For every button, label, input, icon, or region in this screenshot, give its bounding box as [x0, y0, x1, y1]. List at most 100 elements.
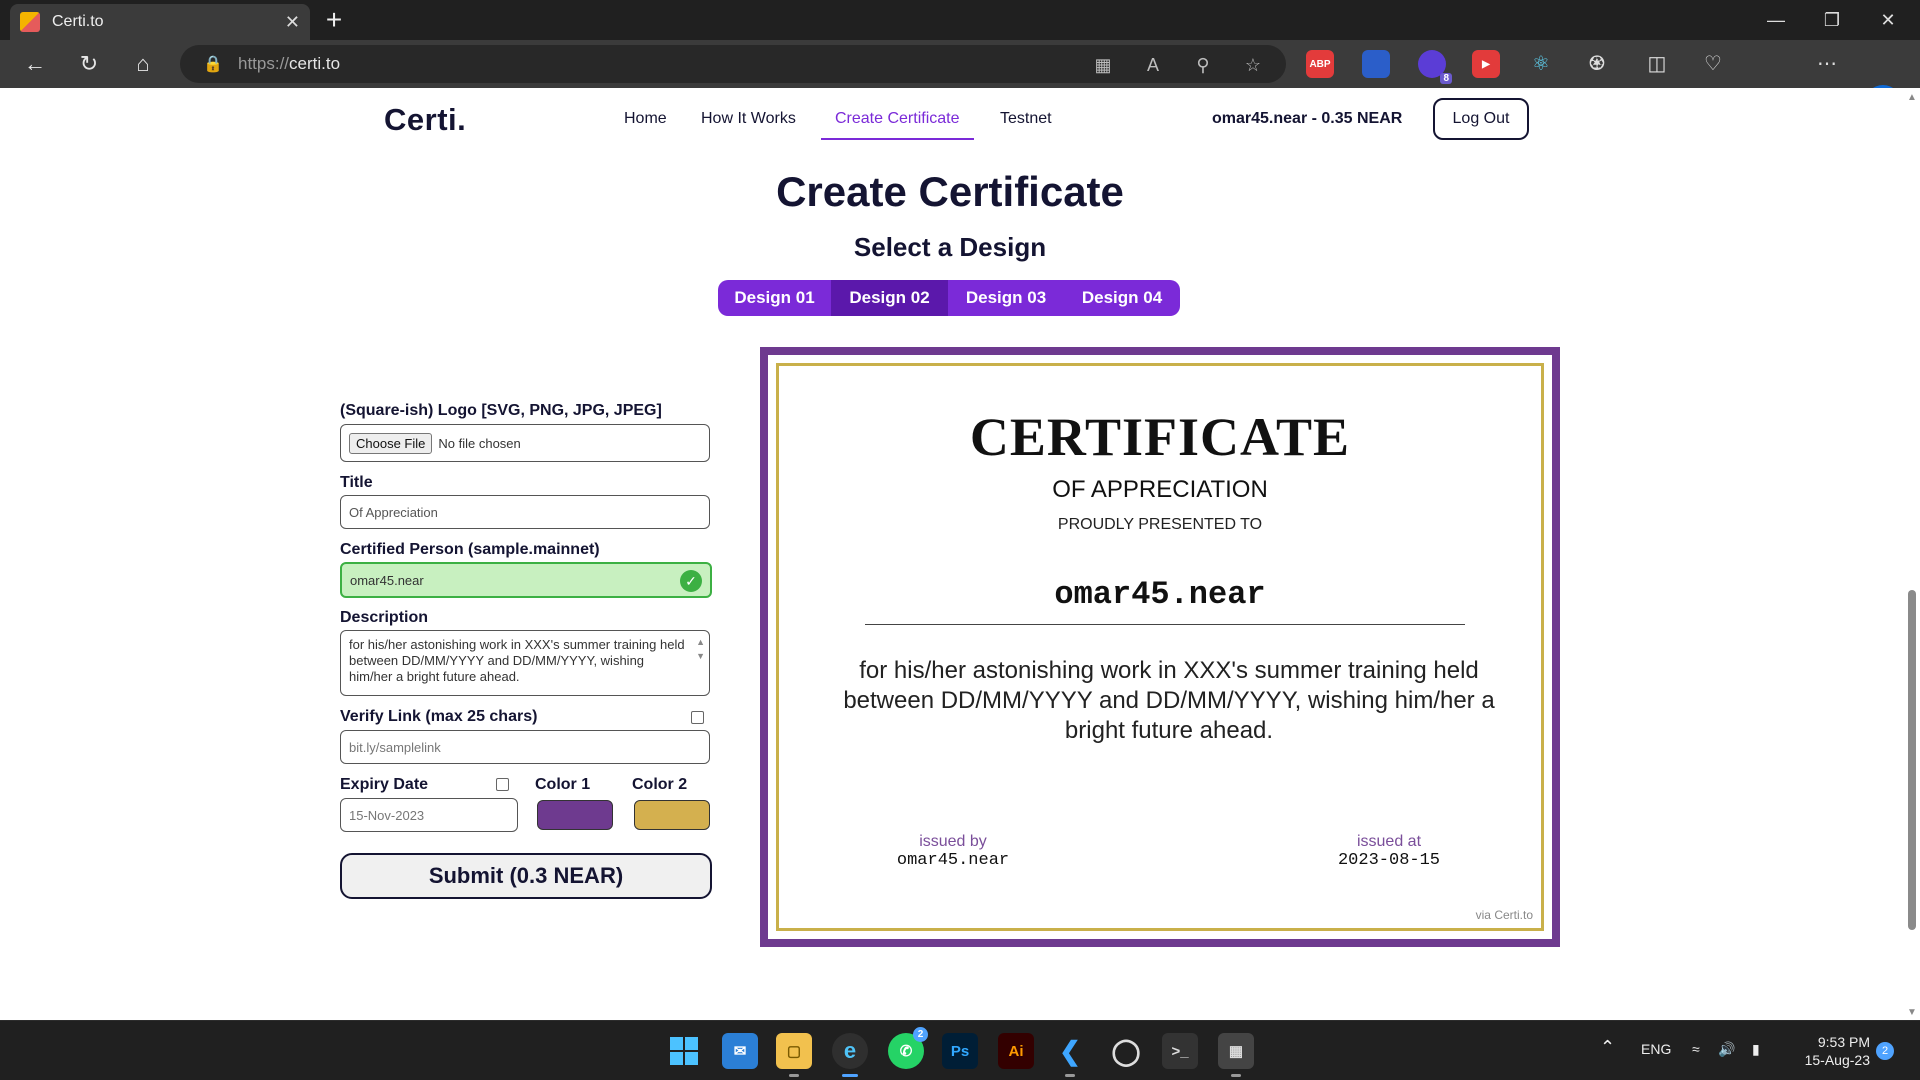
- nav-testnet[interactable]: Testnet: [1000, 110, 1052, 128]
- split-screen-icon[interactable]: ◫: [1642, 50, 1672, 78]
- obs-icon[interactable]: ◯: [1108, 1033, 1144, 1069]
- windows-taskbar: ✉ ▢ e ✆ 2 Ps Ai ❮ ◯ >_ ▦ ⌃ ENG ≈ 🔊 ▮ 9:5…: [0, 1020, 1920, 1080]
- color1-picker[interactable]: [537, 800, 613, 830]
- certificate-watermark: via Certi.to: [1475, 908, 1533, 922]
- logout-button[interactable]: Log Out: [1433, 98, 1529, 140]
- certificate-subheading: OF APPRECIATION: [1052, 476, 1268, 503]
- calculator-icon[interactable]: ▦: [1218, 1033, 1254, 1077]
- certified-person-input[interactable]: omar45.near ✓: [340, 562, 712, 598]
- page-title: Create Certificate: [776, 168, 1124, 215]
- scroll-down-icon[interactable]: ▼: [1907, 1007, 1917, 1018]
- color2-label: Color 2: [632, 776, 688, 793]
- nav-how-it-works[interactable]: How It Works: [701, 110, 796, 128]
- home-icon[interactable]: ⌂: [126, 48, 160, 80]
- browser-essentials-icon[interactable]: ♡: [1698, 50, 1728, 78]
- file-explorer-icon[interactable]: ▢: [776, 1033, 812, 1077]
- textarea-scroll-arrows-icon[interactable]: ▲ ▼: [696, 635, 705, 663]
- mail-icon[interactable]: ✉: [722, 1033, 758, 1069]
- certificate-recipient: omar45.near: [1054, 576, 1266, 613]
- page-viewport: Certi. Home How It Works Create Certific…: [0, 88, 1904, 1020]
- choose-file-button[interactable]: Choose File: [349, 432, 433, 454]
- certificate-presented-to: PROUDLY PRESENTED TO: [1057, 516, 1263, 533]
- design-03-tab[interactable]: Design 03: [948, 280, 1064, 316]
- tab-title: Certi.to: [52, 13, 104, 30]
- verify-link-label: Verify Link (max 25 chars): [340, 708, 538, 725]
- extensions-puzzle-icon[interactable]: ♼: [1582, 50, 1612, 78]
- more-menu-icon[interactable]: ⋯: [1812, 50, 1842, 78]
- site-logo[interactable]: Certi.: [384, 102, 466, 138]
- verify-link-checkbox[interactable]: [691, 711, 704, 724]
- site-favicon-icon: [20, 12, 40, 32]
- app-available-icon[interactable]: ▦: [1090, 53, 1116, 77]
- certificate-description: for his/her astonishing work in XXX's su…: [843, 657, 1495, 744]
- whatsapp-badge: 2: [913, 1027, 928, 1042]
- extension-purple-icon[interactable]: 8: [1418, 50, 1452, 84]
- person-label: Certified Person (sample.mainnet): [340, 541, 600, 558]
- browser-tab[interactable]: Certi.to ✕: [10, 4, 310, 40]
- logo-label: (Square-ish) Logo [SVG, PNG, JPG, JPEG]: [340, 402, 662, 419]
- battery-icon[interactable]: ▮: [1752, 1041, 1760, 1058]
- expiry-date-label: Expiry Date: [340, 776, 429, 793]
- illustrator-icon[interactable]: Ai: [998, 1033, 1034, 1069]
- expiry-date-input[interactable]: 15-Nov-2023: [340, 798, 518, 832]
- description-textarea[interactable]: for his/her astonishing work in XXX's su…: [340, 630, 710, 696]
- restore-button[interactable]: ❐: [1804, 0, 1860, 40]
- start-windows-icon[interactable]: [666, 1033, 702, 1069]
- extension-youtube-icon[interactable]: ▶: [1472, 50, 1500, 78]
- favorite-star-icon[interactable]: ☆: [1240, 53, 1266, 77]
- tab-close-icon[interactable]: ✕: [285, 12, 300, 33]
- notification-badge[interactable]: 2: [1876, 1042, 1894, 1060]
- adblock-plus-icon[interactable]: ABP: [1306, 50, 1334, 78]
- url-text: https://certi.to: [238, 54, 341, 73]
- color2-picker[interactable]: [634, 800, 710, 830]
- no-file-text: No file chosen: [438, 435, 521, 451]
- terminal-icon[interactable]: >_: [1162, 1033, 1198, 1069]
- back-icon[interactable]: ←: [18, 48, 52, 80]
- lock-icon: 🔒: [203, 56, 223, 73]
- volume-icon[interactable]: 🔊: [1718, 1041, 1735, 1058]
- issued-at-label: issued at: [1356, 833, 1422, 850]
- check-valid-icon: ✓: [680, 570, 702, 592]
- design-heading: Select a Design: [853, 232, 1047, 262]
- edge-browser-icon[interactable]: e: [832, 1033, 868, 1077]
- photoshop-icon[interactable]: Ps: [942, 1033, 978, 1069]
- page-scrollbar[interactable]: ▲ ▼: [1904, 88, 1920, 1020]
- certified-person-value: omar45.near: [350, 572, 424, 588]
- address-bar[interactable]: 🔒 https://certi.to ▦ A ⚲ ☆: [180, 45, 1286, 83]
- wifi-icon[interactable]: ≈: [1692, 1041, 1700, 1057]
- minimize-button[interactable]: —: [1748, 0, 1804, 40]
- design-04-tab[interactable]: Design 04: [1064, 280, 1180, 316]
- scroll-up-icon[interactable]: ▲: [1907, 92, 1917, 103]
- close-window-button[interactable]: ✕: [1860, 0, 1916, 40]
- issued-by-value: omar45.near: [896, 851, 1010, 870]
- whatsapp-icon[interactable]: ✆ 2: [888, 1027, 928, 1069]
- browser-toolbar: ← ↻ ⌂ 🔒 https://certi.to ▦ A ⚲ ☆ ABP 8 ▶…: [0, 40, 1920, 123]
- tray-chevron-icon[interactable]: ⌃: [1600, 1037, 1615, 1058]
- new-tab-button[interactable]: +: [318, 4, 350, 36]
- certificate-inner-border: CERTIFICATE OF APPRECIATION PROUDLY PRES…: [776, 363, 1544, 931]
- description-value: for his/her astonishing work in XXX's su…: [349, 637, 685, 684]
- title-input[interactable]: Of Appreciation: [340, 495, 710, 529]
- clock-date: 15-Aug-23: [1804, 1052, 1870, 1068]
- react-devtools-icon[interactable]: ⚛: [1526, 50, 1556, 78]
- scroll-thumb[interactable]: [1908, 590, 1916, 930]
- refresh-icon[interactable]: ↻: [72, 48, 106, 80]
- vscode-icon[interactable]: ❮: [1052, 1033, 1088, 1077]
- verify-link-placeholder: bit.ly/samplelink: [349, 739, 441, 755]
- extension-badge: 8: [1440, 73, 1452, 84]
- extension-blue-icon[interactable]: [1362, 50, 1390, 78]
- clock-time: 9:53 PM: [1817, 1034, 1870, 1050]
- design-01-tab[interactable]: Design 01: [718, 280, 831, 316]
- language-indicator[interactable]: ENG: [1641, 1041, 1671, 1057]
- verify-link-input[interactable]: bit.ly/samplelink: [340, 730, 710, 764]
- logo-file-input[interactable]: Choose File No file chosen: [340, 424, 710, 462]
- expiry-date-checkbox[interactable]: [496, 778, 509, 791]
- submit-button[interactable]: Submit (0.3 NEAR): [340, 853, 712, 899]
- design-02-tab[interactable]: Design 02: [831, 280, 948, 316]
- nav-home[interactable]: Home: [624, 110, 667, 128]
- zoom-out-icon[interactable]: ⚲: [1190, 53, 1216, 77]
- system-clock[interactable]: 9:53 PM 15-Aug-23: [1786, 1033, 1870, 1069]
- read-aloud-icon[interactable]: A: [1140, 53, 1166, 77]
- nav-create-certificate[interactable]: Create Certificate: [821, 110, 974, 140]
- design-selector: Design 01 Design 02 Design 03 Design 04: [718, 280, 1180, 316]
